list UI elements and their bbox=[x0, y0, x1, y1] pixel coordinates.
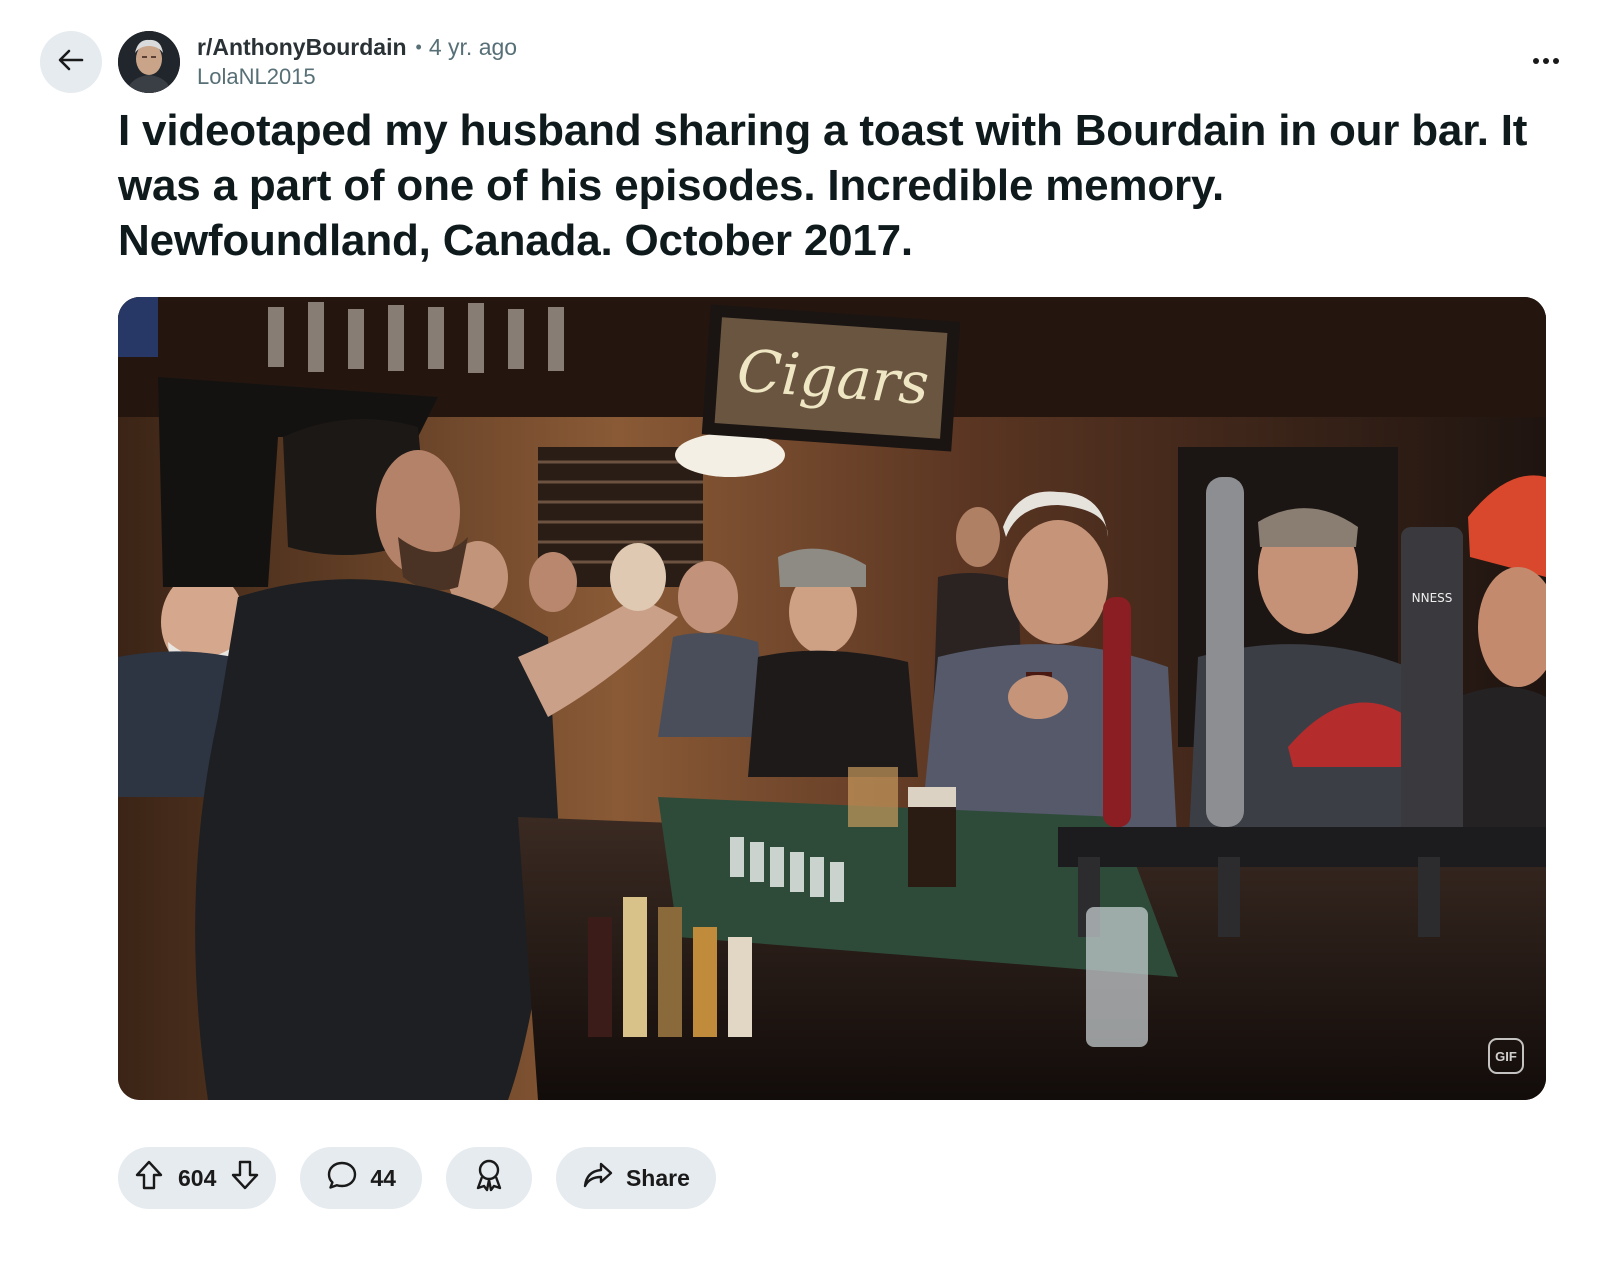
post-media[interactable]: Cigars NNESS GIF bbox=[118, 297, 1546, 1100]
downvote-button[interactable] bbox=[230, 1159, 260, 1197]
arrow-down-icon bbox=[230, 1159, 260, 1197]
gif-badge: GIF bbox=[1488, 1038, 1524, 1074]
comment-count: 44 bbox=[370, 1164, 396, 1191]
share-button[interactable]: Share bbox=[555, 1147, 716, 1209]
post-title[interactable]: I videotaped my husband sharing a toast … bbox=[118, 103, 1548, 268]
arrow-left-icon bbox=[56, 45, 86, 80]
back-button[interactable] bbox=[40, 31, 102, 93]
share-arrow-icon bbox=[582, 1160, 614, 1196]
meta-separator: • bbox=[415, 37, 422, 57]
tap-brand-label: NNESS bbox=[1412, 591, 1453, 605]
subreddit-avatar[interactable] bbox=[118, 31, 180, 93]
more-horizontal-icon bbox=[1532, 53, 1560, 71]
share-label: Share bbox=[625, 1164, 690, 1191]
vote-count: 604 bbox=[178, 1164, 217, 1191]
arrow-up-icon bbox=[134, 1159, 164, 1197]
post-meta: r/AnthonyBourdain • 4 yr. ago LolaNL2015 bbox=[197, 32, 517, 92]
award-button[interactable] bbox=[445, 1147, 532, 1209]
post-author[interactable]: LolaNL2015 bbox=[197, 62, 517, 92]
bar-scene-image: Cigars NNESS bbox=[118, 297, 1546, 1100]
subreddit-link[interactable]: r/AnthonyBourdain bbox=[197, 32, 407, 62]
post-age: 4 yr. ago bbox=[428, 34, 518, 60]
speech-bubble-icon bbox=[326, 1159, 358, 1197]
post-action-bar: 604 44 Share bbox=[118, 1147, 740, 1209]
vote-control: 604 bbox=[118, 1147, 277, 1209]
award-icon bbox=[473, 1158, 505, 1198]
cigars-sign: Cigars bbox=[735, 337, 931, 418]
upvote-button[interactable] bbox=[134, 1159, 164, 1197]
overflow-menu-button[interactable] bbox=[1526, 44, 1566, 80]
comments-button[interactable]: 44 bbox=[300, 1147, 422, 1209]
